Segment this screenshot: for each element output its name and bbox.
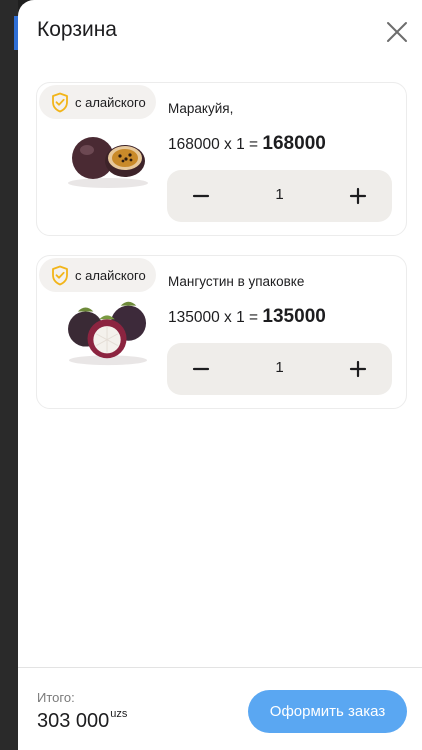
multiply-sign: x <box>224 136 232 153</box>
equals-sign: = <box>249 309 259 326</box>
price-line: 135000 x 1 = 135000 <box>168 306 326 328</box>
backdrop <box>0 0 18 750</box>
product-name: Мангустин в упаковке <box>168 274 305 289</box>
product-name: Маракуйя, <box>168 101 234 116</box>
page-title: Корзина <box>37 18 117 41</box>
shield-check-icon <box>52 265 68 285</box>
line-total: 168000 <box>262 133 326 154</box>
cart-item: с алайского Мангустин в упаковке 135000 … <box>36 255 407 409</box>
origin-badge-label: с алайского <box>75 267 146 283</box>
line-quantity: 1 <box>236 136 245 153</box>
cart-header: Корзина <box>18 0 422 64</box>
mangosteen-image <box>68 301 147 366</box>
currency-label: uzs <box>110 708 128 720</box>
total-amount-value: 303 000 <box>37 710 110 732</box>
unit-price: 135000 <box>168 309 220 326</box>
cart-footer: Итого: 303 000uzs Оформить заказ <box>18 667 422 750</box>
plus-icon <box>349 360 367 378</box>
cart-sheet: Корзина с алайского Маракуйя, 168000 x 1… <box>18 0 422 750</box>
close-icon <box>387 22 407 42</box>
total-amount: 303 000uzs <box>37 708 128 733</box>
close-button[interactable] <box>383 18 411 46</box>
total-label: Итого: <box>37 690 75 705</box>
origin-badge-label: с алайского <box>75 94 146 110</box>
multiply-sign: x <box>224 309 232 326</box>
line-quantity: 1 <box>236 309 245 326</box>
line-total: 135000 <box>262 306 326 327</box>
origin-badge: с алайского <box>39 258 156 292</box>
checkout-button[interactable]: Оформить заказ <box>248 690 407 733</box>
increase-button[interactable] <box>332 343 384 395</box>
shield-check-icon <box>52 92 68 112</box>
cart-item: с алайского Маракуйя, 168000 x 1 = 16800… <box>36 82 407 236</box>
price-line: 168000 x 1 = 168000 <box>168 133 326 155</box>
plus-icon <box>349 187 367 205</box>
origin-badge: с алайского <box>39 85 156 119</box>
quantity-stepper: 1 <box>167 170 392 222</box>
equals-sign: = <box>249 136 259 153</box>
increase-button[interactable] <box>332 170 384 222</box>
quantity-stepper: 1 <box>167 343 392 395</box>
passion-fruit-image <box>68 137 148 188</box>
unit-price: 168000 <box>168 136 220 153</box>
